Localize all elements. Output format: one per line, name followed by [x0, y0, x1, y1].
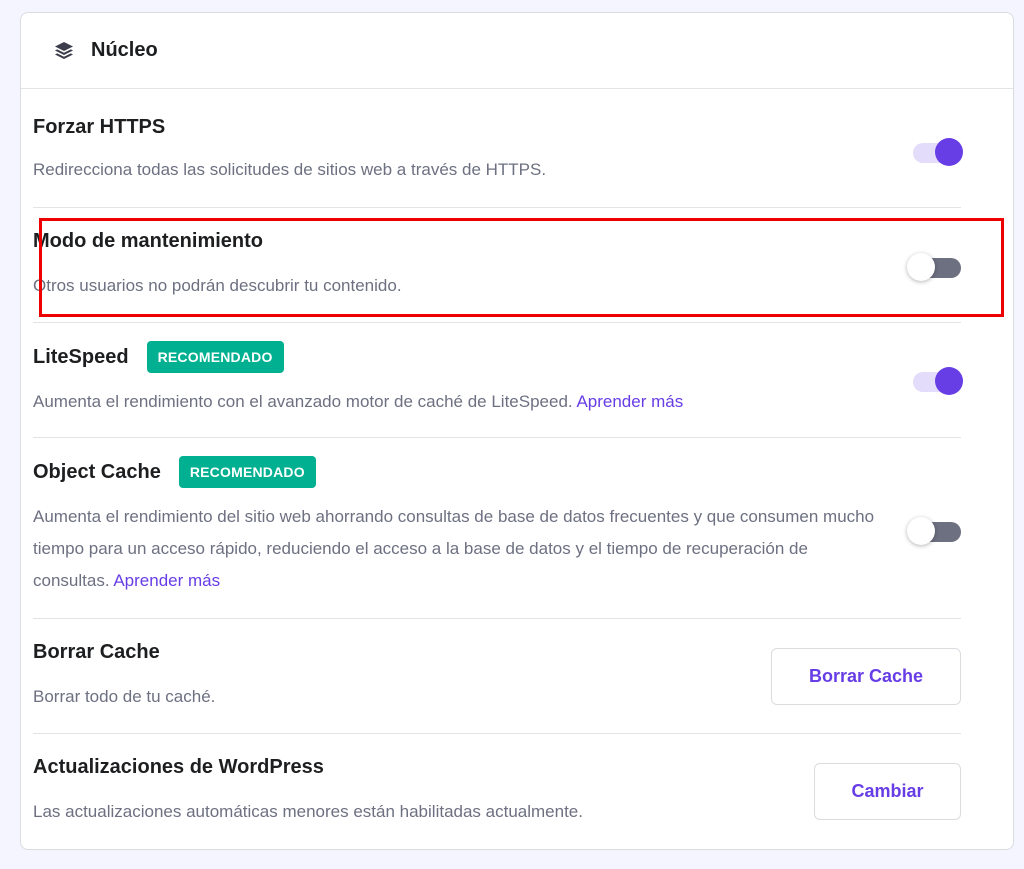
learn-more-link[interactable]: Aprender más	[576, 392, 683, 411]
recommended-badge: RECOMENDADO	[178, 456, 316, 488]
force-https-toggle[interactable]	[911, 135, 963, 166]
panel-title: Núcleo	[91, 39, 158, 61]
setting-title-wrap: Object Cache RECOMENDADO	[33, 456, 316, 488]
recommended-badge: RECOMENDADO	[146, 341, 284, 373]
card-header: Núcleo	[21, 13, 1013, 89]
setting-clear-cache: Borrar Cache Borrar todo de tu caché. Bo…	[33, 619, 961, 734]
litespeed-toggle[interactable]	[911, 364, 963, 395]
setting-title: Object Cache	[33, 460, 161, 483]
setting-title: LiteSpeed	[33, 345, 129, 368]
setting-wordpress-updates: Actualizaciones de WordPress Las actuali…	[33, 734, 961, 849]
setting-object-cache: Object Cache RECOMENDADO Aumenta el rend…	[33, 438, 961, 619]
toggle-knob	[935, 138, 963, 166]
description-text: Aumenta el rendimiento con el avanzado m…	[33, 392, 573, 411]
setting-title: Forzar HTTPS	[33, 116, 166, 138]
setting-description: Las actualizaciones automáticas menores …	[33, 802, 583, 821]
change-updates-button[interactable]: Cambiar	[814, 763, 961, 820]
setting-title: Borrar Cache	[33, 641, 160, 663]
setting-title: Actualizaciones de WordPress	[33, 756, 324, 778]
learn-more-link[interactable]: Aprender más	[113, 571, 220, 590]
setting-description: Aumenta el rendimiento del sitio web aho…	[33, 501, 883, 597]
setting-description: Borrar todo de tu caché.	[33, 687, 216, 706]
highlight-box	[39, 218, 1004, 317]
setting-force-https: Forzar HTTPS Redirecciona todas las soli…	[33, 89, 963, 208]
object-cache-toggle[interactable]	[907, 514, 961, 545]
setting-litespeed: LiteSpeed RECOMENDADO Aumenta el rendimi…	[33, 323, 963, 438]
clear-cache-button[interactable]: Borrar Cache	[771, 648, 961, 705]
setting-description: Aumenta el rendimiento con el avanzado m…	[33, 386, 683, 418]
toggle-knob	[907, 517, 935, 545]
toggle-knob	[935, 367, 963, 395]
setting-description: Redirecciona todas las solicitudes de si…	[33, 160, 547, 179]
setting-title-wrap: LiteSpeed RECOMENDADO	[33, 341, 284, 373]
layers-icon	[53, 40, 75, 62]
